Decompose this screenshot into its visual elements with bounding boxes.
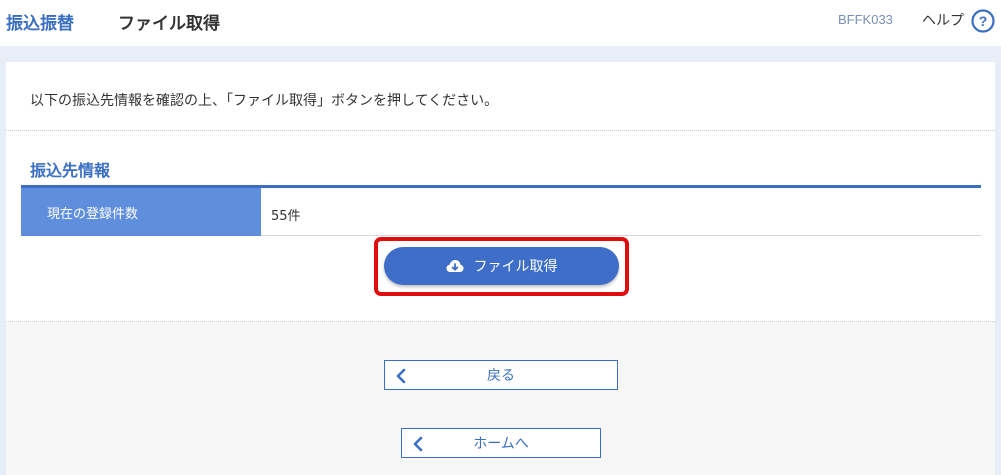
home-button-label: ホームへ <box>473 436 529 452</box>
app-header: 振込振替 ファイル取得 BFFK033 ヘルプ ? <box>0 0 1001 46</box>
registered-count-label: 現在の登録件数 <box>21 188 261 236</box>
page-title: ファイル取得 <box>118 14 220 34</box>
help-link[interactable]: ヘルプ <box>922 10 964 30</box>
registered-count-value: 55件 <box>271 209 301 224</box>
help-circle-icon[interactable]: ? <box>971 9 995 33</box>
back-button[interactable]: 戻る <box>384 360 618 390</box>
file-get-button[interactable]: ファイル取得 <box>384 247 619 285</box>
svg-text:?: ? <box>979 13 988 29</box>
section-name: 振込振替 <box>6 14 74 34</box>
cloud-download-icon <box>446 260 463 272</box>
chevron-left-icon <box>396 368 406 384</box>
info-table: 現在の登録件数 55件 <box>21 188 981 236</box>
divider <box>6 130 995 131</box>
home-button[interactable]: ホームへ <box>401 428 601 458</box>
chevron-left-icon <box>413 436 423 452</box>
file-get-button-label: ファイル取得 <box>473 259 558 275</box>
back-button-label: 戻る <box>487 368 515 384</box>
section-title: 振込先情報 <box>30 161 111 180</box>
screen-id: BFFK033 <box>838 12 893 27</box>
instruction-text: 以下の振込先情報を確認の上、「ファイル取得」ボタンを押してください。 <box>30 93 499 109</box>
